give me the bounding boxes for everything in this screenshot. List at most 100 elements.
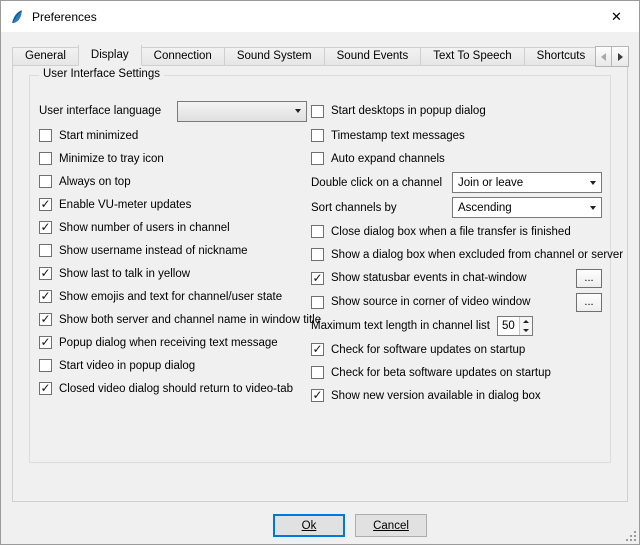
checkbox-desktops-popup[interactable]: [311, 105, 324, 118]
checkbox-minimize-to-tray[interactable]: [39, 152, 52, 165]
checkbox-new-version-dialog[interactable]: [311, 389, 324, 402]
checkbox-label[interactable]: Close dialog box when a file transfer is…: [331, 226, 571, 238]
checkbox-show-user-count[interactable]: [39, 221, 52, 234]
checkbox-server-channel-title[interactable]: [39, 313, 52, 326]
tab-scroll-left-icon[interactable]: [595, 46, 612, 67]
checkbox-video-source-corner[interactable]: [311, 296, 324, 309]
ok-label: Ok: [302, 520, 317, 532]
settings-row: Auto expand channels: [311, 147, 604, 170]
checkbox-label[interactable]: Timestamp text messages: [331, 130, 465, 142]
dialog-buttons: Ok Cancel: [1, 514, 639, 537]
checkbox-label[interactable]: Show emojis and text for channel/user st…: [59, 291, 282, 303]
checkbox-emoji-text-state[interactable]: [39, 290, 52, 303]
checkbox-label[interactable]: Start minimized: [59, 130, 138, 142]
statusbar-events-row: Show statusbar events in chat-window ...: [311, 266, 604, 290]
double-click-value: Join or leave: [458, 177, 523, 189]
cancel-button[interactable]: Cancel: [355, 514, 427, 537]
checkbox-last-talk-yellow[interactable]: [39, 267, 52, 280]
settings-row: Close dialog box when a file transfer is…: [311, 220, 604, 243]
chevron-down-icon: [289, 102, 306, 121]
group-title: User Interface Settings: [39, 68, 164, 80]
checkbox-close-on-transfer[interactable]: [311, 225, 324, 238]
checkbox-label[interactable]: Enable VU-meter updates: [59, 199, 191, 211]
checkbox-label[interactable]: Show source in corner of video window: [331, 296, 530, 308]
settings-row: Show emojis and text for channel/user st…: [39, 285, 311, 308]
tab-bar: General Display Connection Sound System …: [1, 32, 639, 66]
resize-grip[interactable]: [624, 529, 637, 542]
checkbox-label[interactable]: Auto expand channels: [331, 153, 445, 165]
settings-row: Minimize to tray icon: [39, 147, 311, 170]
checkbox-label[interactable]: Popup dialog when receiving text message: [59, 337, 278, 349]
checkbox-label[interactable]: Always on top: [59, 176, 131, 188]
checkbox-label[interactable]: Closed video dialog should return to vid…: [59, 383, 293, 395]
checkbox-label[interactable]: Show last to talk in yellow: [59, 268, 190, 280]
checkbox-label[interactable]: Show number of users in channel: [59, 222, 230, 234]
tab-connection[interactable]: Connection: [142, 47, 225, 66]
settings-columns: User interface language Start minimized …: [39, 98, 604, 407]
app-icon: [9, 9, 25, 25]
ok-button[interactable]: Ok: [273, 514, 345, 537]
preferences-window: Preferences ✕ General Display Connection…: [0, 0, 640, 545]
settings-row: Show a dialog box when excluded from cha…: [311, 243, 604, 266]
tab-display[interactable]: Display: [78, 45, 142, 66]
checkbox-label[interactable]: Show username instead of nickname: [59, 245, 248, 257]
tab-shortcuts[interactable]: Shortcuts: [525, 47, 598, 66]
max-text-length-value: 50: [498, 320, 519, 332]
checkbox-video-popup[interactable]: [39, 359, 52, 372]
sort-channels-combo[interactable]: Ascending: [452, 197, 602, 218]
window-title: Preferences: [32, 10, 97, 24]
settings-row: Check for software updates on startup: [311, 338, 604, 361]
video-source-row: Show source in corner of video window ..…: [311, 290, 604, 314]
spin-up-icon[interactable]: [520, 317, 532, 326]
settings-column-right: Start desktops in popup dialog Timestamp…: [311, 98, 604, 407]
statusbar-events-config-button[interactable]: ...: [576, 269, 602, 288]
settings-row: Show username instead of nickname: [39, 239, 311, 262]
tab-scroll-right-icon[interactable]: [612, 46, 629, 67]
checkbox-start-minimized[interactable]: [39, 129, 52, 142]
checkbox-label[interactable]: Show both server and channel name in win…: [59, 314, 321, 326]
checkbox-label[interactable]: Show new version available in dialog box: [331, 390, 541, 402]
checkbox-label[interactable]: Minimize to tray icon: [59, 153, 164, 165]
max-text-length-input[interactable]: 50: [497, 316, 533, 336]
settings-row: Closed video dialog should return to vid…: [39, 377, 311, 400]
close-icon[interactable]: ✕: [594, 1, 639, 32]
settings-column-left: User interface language Start minimized …: [39, 98, 311, 407]
checkbox-label[interactable]: Show statusbar events in chat-window: [331, 272, 527, 284]
spin-down-icon[interactable]: [520, 326, 532, 335]
double-click-row: Double click on a channel Join or leave: [311, 170, 604, 195]
checkbox-vu-meter-updates[interactable]: [39, 198, 52, 211]
checkbox-show-username[interactable]: [39, 244, 52, 257]
language-combo[interactable]: [177, 101, 307, 122]
checkbox-excluded-dialog[interactable]: [311, 248, 324, 261]
titlebar: Preferences ✕: [1, 1, 639, 32]
tab-text-to-speech[interactable]: Text To Speech: [421, 47, 524, 66]
checkbox-label[interactable]: Check for beta software updates on start…: [331, 367, 551, 379]
checkbox-check-updates[interactable]: [311, 343, 324, 356]
double-click-combo[interactable]: Join or leave: [452, 172, 602, 193]
settings-row: Show last to talk in yellow: [39, 262, 311, 285]
checkbox-timestamp-messages[interactable]: [311, 129, 324, 142]
checkbox-auto-expand-channels[interactable]: [311, 152, 324, 165]
checkbox-label[interactable]: Check for software updates on startup: [331, 344, 525, 356]
max-text-length-row: Maximum text length in channel list 50: [311, 314, 604, 338]
video-source-config-button[interactable]: ...: [576, 293, 602, 312]
settings-row: Start desktops in popup dialog: [311, 98, 604, 124]
tab-general[interactable]: General: [12, 47, 79, 66]
checkbox-check-beta-updates[interactable]: [311, 366, 324, 379]
max-text-length-label: Maximum text length in channel list: [311, 320, 490, 332]
checkbox-label[interactable]: Start video in popup dialog: [59, 360, 195, 372]
checkbox-label[interactable]: Show a dialog box when excluded from cha…: [331, 249, 623, 261]
checkbox-statusbar-events[interactable]: [311, 272, 324, 285]
checkbox-label[interactable]: Start desktops in popup dialog: [331, 105, 486, 117]
language-label: User interface language: [39, 105, 161, 117]
checkbox-always-on-top[interactable]: [39, 175, 52, 188]
chevron-down-icon: [584, 173, 601, 192]
tab-sound-events[interactable]: Sound Events: [325, 47, 422, 66]
settings-row: Start video in popup dialog: [39, 354, 311, 377]
settings-row: Show number of users in channel: [39, 216, 311, 239]
checkbox-popup-text-message[interactable]: [39, 336, 52, 349]
tab-sound-system[interactable]: Sound System: [225, 47, 325, 66]
sort-channels-label: Sort channels by: [311, 202, 397, 214]
checkbox-video-return-tab[interactable]: [39, 382, 52, 395]
settings-row: Show new version available in dialog box: [311, 384, 604, 407]
